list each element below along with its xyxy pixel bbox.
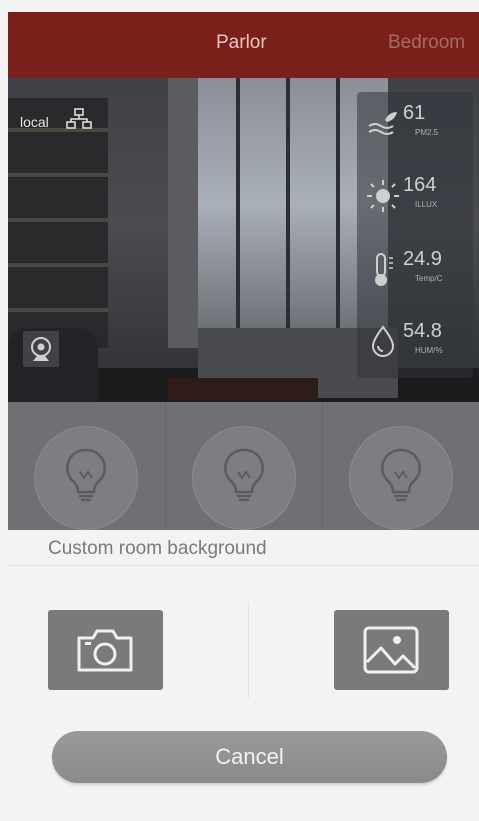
tab-bedroom[interactable]: Bedroom [388,32,465,54]
sheet-center-divider [248,602,249,698]
app-screen: Parlor Bedroom local 61 PM2.5 164 ILLUX … [0,0,479,821]
sheet-title: Custom room background [48,538,267,559]
pm25-icon [368,112,397,135]
temperature-value: 24.9 [403,248,442,270]
connection-label: local [20,114,49,130]
humidity-value: 54.8 [403,320,442,342]
illumination-value: 164 [403,174,437,196]
webcam-icon [31,337,51,361]
humidity-icon [371,325,395,357]
room-tab-bar: Parlor Bedroom [8,12,479,78]
device-light-2[interactable] [166,402,322,530]
pm25-unit: PM2.5 [415,128,439,137]
sensor-panel: 61 PM2.5 164 ILLUX 24.9 Temp/C 54.8 HUM/… [357,92,473,378]
room-background: local 61 PM2.5 164 ILLUX 24.9 Temp/C 54.… [8,78,479,402]
sun-icon [367,180,399,212]
room-curtain [168,78,198,348]
room-bookshelf [8,98,108,348]
camera-icon [77,629,133,672]
sensor-humidity[interactable]: 54.8 HUM/% [365,314,469,370]
cancel-button[interactable]: Cancel [52,731,447,783]
bulb-icon [381,448,421,502]
bulb-icon [224,448,264,502]
thermometer-icon [375,253,393,286]
illumination-unit: ILLUX [415,200,438,209]
temperature-unit: Temp/C [415,274,443,283]
take-photo-button[interactable] [48,610,163,690]
sensor-temperature[interactable]: 24.9 Temp/C [365,242,469,298]
sensor-illumination[interactable]: 164 ILLUX [365,168,469,224]
network-icon [66,108,92,129]
choose-from-gallery-button[interactable] [334,610,449,690]
bulb-icon [66,448,106,502]
pm25-value: 61 [403,102,426,124]
sheet-divider [8,565,479,566]
room-coffee-table [168,378,318,400]
device-strip [8,402,479,530]
device-light-3[interactable] [323,402,479,530]
image-gallery-icon [363,626,419,674]
background-picker-sheet: Custom room background Cancel [8,530,479,821]
webcam-button[interactable] [23,331,59,367]
sensor-pm25[interactable]: 61 PM2.5 [365,96,469,152]
device-light-1[interactable] [8,402,164,530]
tab-parlor[interactable]: Parlor [216,32,267,54]
humidity-unit: HUM/% [415,346,443,355]
